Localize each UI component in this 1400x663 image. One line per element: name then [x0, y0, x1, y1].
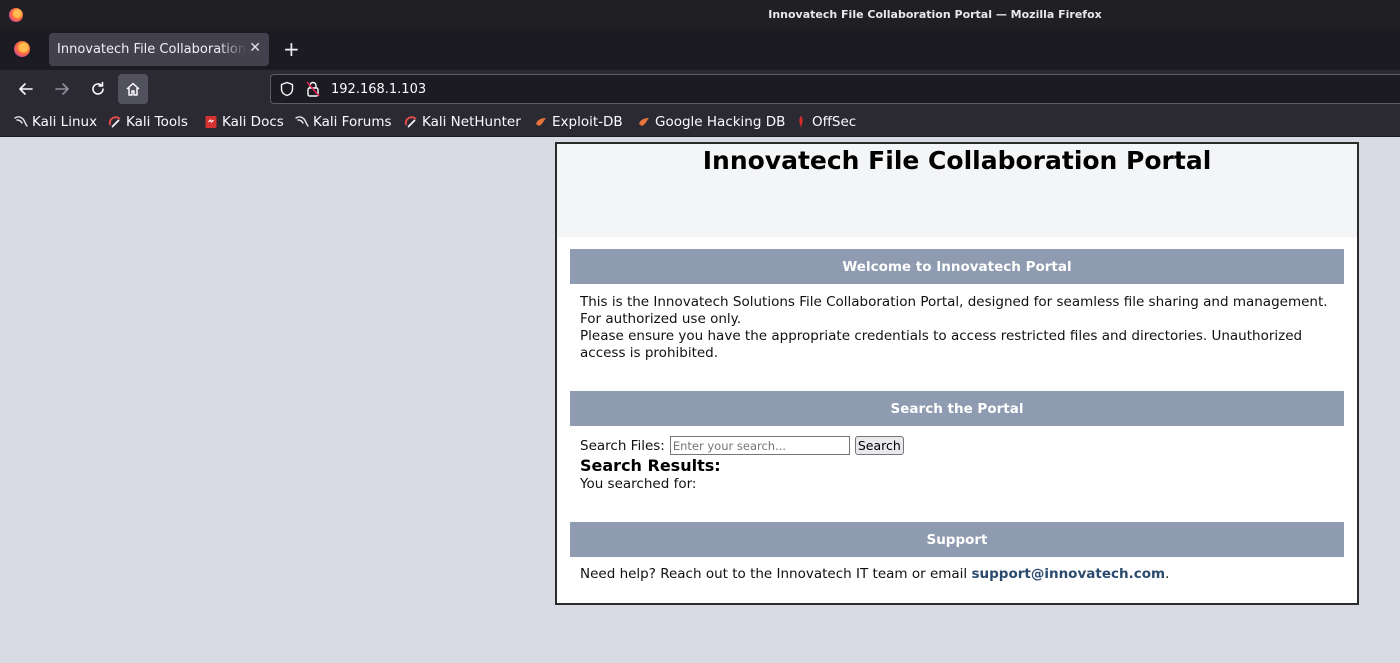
home-icon — [126, 82, 140, 96]
portal-container: Innovatech File Collaboration Portal Wel… — [555, 142, 1359, 605]
bookmark-label: Google Hacking DB — [655, 114, 786, 130]
navigation-bar — [0, 70, 1400, 108]
search-form: Search Files: Search — [580, 436, 904, 455]
bookmark-kali-tools[interactable]: Kali Tools — [108, 112, 188, 132]
bookmark-offsec[interactable]: OffSec — [794, 112, 856, 132]
support-section-header: Support — [570, 522, 1344, 557]
exploit-db-icon — [534, 115, 548, 129]
bookmark-kali-nethunter[interactable]: Kali NetHunter — [404, 112, 521, 132]
bookmark-label: Kali Tools — [126, 114, 188, 130]
forward-button[interactable] — [47, 74, 77, 104]
search-results-text: You searched for: — [580, 476, 697, 492]
window-title: Innovatech File Collaboration Portal — M… — [768, 8, 1102, 21]
welcome-section-header: Welcome to Innovatech Portal — [570, 249, 1344, 284]
bookmark-label: Kali Linux — [32, 114, 98, 130]
welcome-paragraph: This is the Innovatech Solutions File Co… — [580, 294, 1328, 327]
kali-dragon-icon — [295, 115, 309, 129]
address-input[interactable] — [331, 79, 931, 99]
offsec-icon — [794, 115, 808, 129]
back-button[interactable] — [11, 74, 41, 104]
search-section-header: Search the Portal — [570, 391, 1344, 426]
search-label: Search Files: — [580, 437, 665, 454]
new-tab-button[interactable]: + — [283, 37, 300, 61]
kali-docs-icon — [204, 115, 218, 129]
support-suffix: . — [1165, 566, 1170, 582]
reload-icon — [92, 81, 104, 95]
welcome-notice: Please ensure you have the appropriate c… — [580, 328, 1303, 361]
reload-button[interactable] — [83, 74, 113, 104]
bookmarks-toolbar: Kali Linux Kali Tools Kali Docs Kali For… — [0, 108, 1400, 137]
kali-tools-icon — [108, 115, 122, 129]
arrow-right-icon — [55, 83, 69, 95]
bookmark-exploit-db[interactable]: Exploit-DB — [534, 112, 623, 132]
page-title: Innovatech File Collaboration Portal — [702, 146, 1212, 175]
portal-header: Innovatech File Collaboration Portal — [557, 144, 1357, 237]
url-bar[interactable] — [270, 74, 1400, 104]
tracking-shield-icon[interactable] — [279, 81, 295, 97]
bookmark-label: Kali Forums — [313, 114, 392, 130]
bookmark-label: OffSec — [812, 114, 857, 130]
exploit-db-icon — [637, 115, 651, 129]
search-input[interactable] — [669, 436, 850, 455]
insecure-lock-icon[interactable] — [305, 80, 321, 98]
tab-portal[interactable]: Innovatech File Collaboration Portal ✕ — [49, 33, 269, 66]
support-email-link[interactable]: support@innovatech.com — [971, 566, 1165, 582]
bookmark-kali-linux[interactable]: Kali Linux — [14, 112, 97, 132]
bookmark-label: Kali Docs — [222, 114, 284, 130]
bookmark-label: Kali NetHunter — [422, 114, 521, 130]
tab-strip: Innovatech File Collaboration Portal ✕ + — [0, 29, 1400, 70]
search-results-title: Search Results: — [580, 456, 721, 475]
home-button[interactable] — [118, 74, 148, 104]
bookmark-google-hacking-db[interactable]: Google Hacking DB — [637, 112, 785, 132]
support-message: Need help? Reach out to the Innovatech I… — [580, 566, 972, 582]
tab-close-icon[interactable]: ✕ — [249, 40, 261, 56]
search-button[interactable]: Search — [854, 436, 904, 455]
arrow-left-icon — [19, 83, 33, 95]
bookmark-kali-forums[interactable]: Kali Forums — [295, 112, 392, 132]
kali-dragon-icon — [14, 115, 28, 129]
firefox-view-icon[interactable] — [14, 41, 30, 57]
window-titlebar: Innovatech File Collaboration Portal — M… — [0, 0, 1400, 29]
bookmark-label: Exploit-DB — [552, 114, 623, 130]
support-text: Need help? Reach out to the Innovatech I… — [580, 566, 1169, 582]
kali-tools-icon — [404, 115, 418, 129]
welcome-text: This is the Innovatech Solutions File Co… — [580, 294, 1340, 362]
bookmark-kali-docs[interactable]: Kali Docs — [204, 112, 284, 132]
tab-title: Innovatech File Collaboration Portal — [57, 42, 247, 57]
